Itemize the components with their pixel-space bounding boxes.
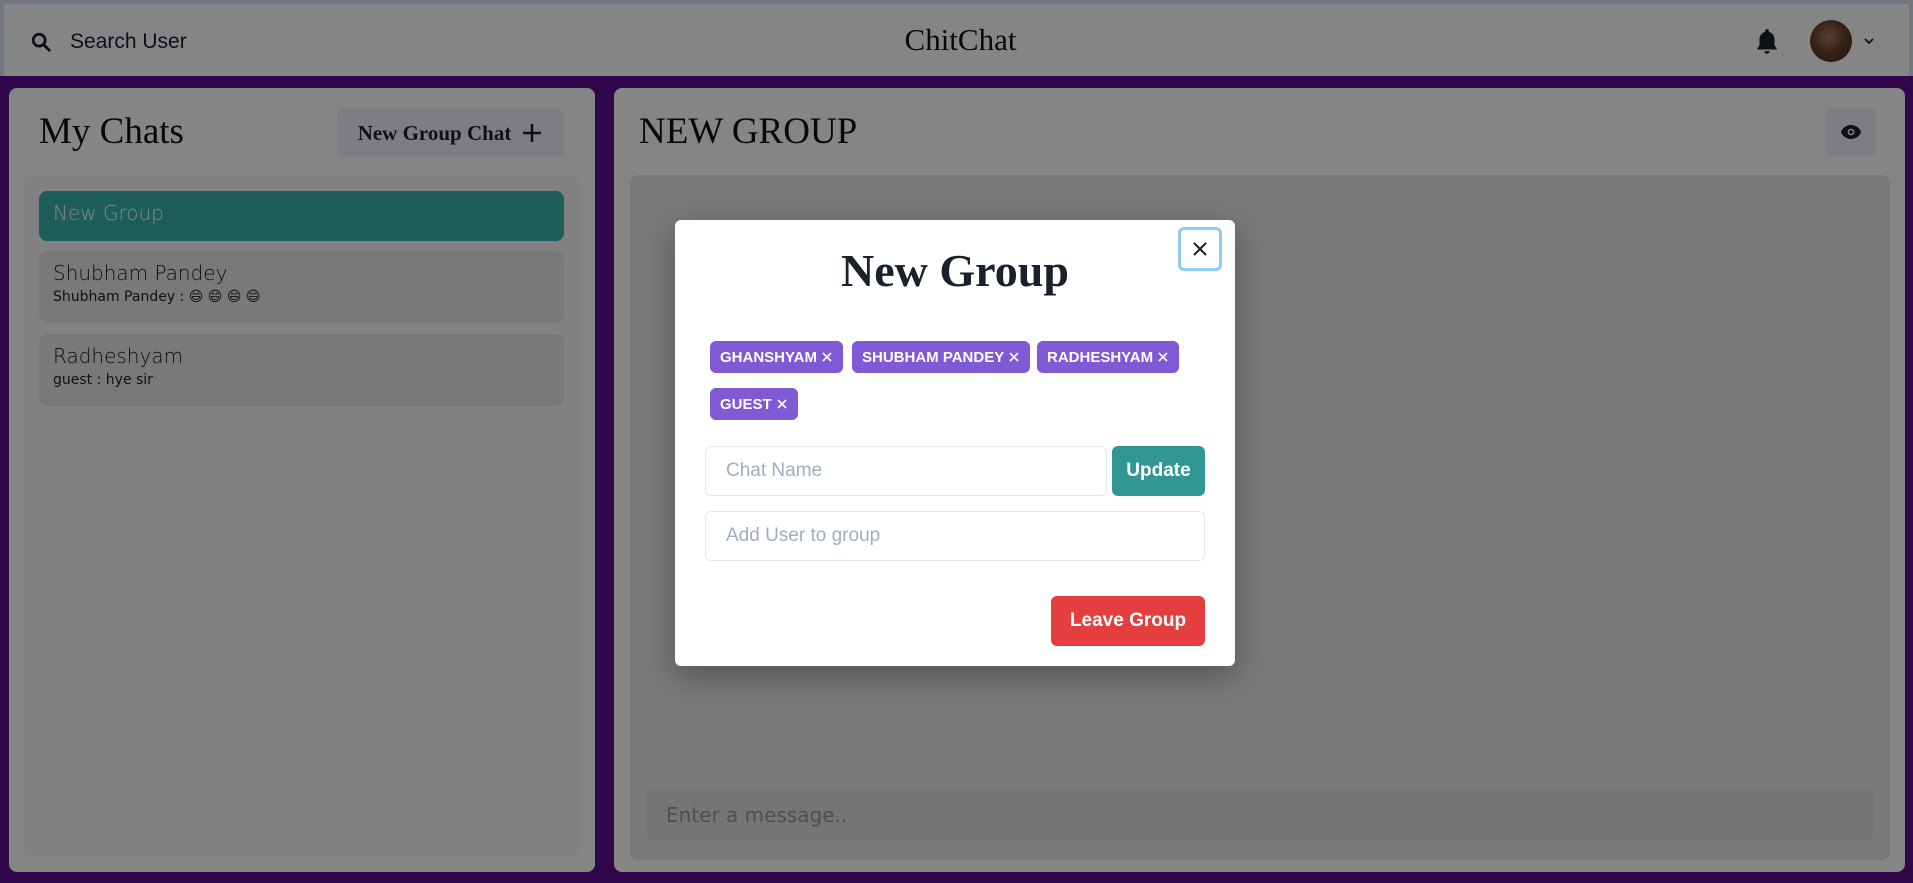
modal-title: New Group (841, 245, 1069, 296)
chat-name-input[interactable]: Chat Name (705, 446, 1107, 496)
member-name: GUEST (720, 395, 772, 413)
member-badge[interactable]: SHUBHAM PANDEY (852, 341, 1031, 373)
member-name: GHANSHYAM (720, 348, 817, 366)
member-name: SHUBHAM PANDEY (862, 348, 1005, 366)
member-badge[interactable]: GHANSHYAM (710, 341, 843, 373)
close-button[interactable] (1178, 227, 1222, 271)
remove-member-icon[interactable] (776, 398, 788, 410)
add-user-placeholder: Add User to group (726, 525, 881, 546)
member-name: RADHESHYAM (1047, 348, 1154, 366)
chat-name-placeholder: Chat Name (726, 460, 823, 481)
member-badge[interactable]: RADHESHYAM (1037, 341, 1180, 373)
leave-group-button[interactable]: Leave Group (1051, 596, 1205, 646)
add-user-input[interactable]: Add User to group (705, 511, 1205, 561)
remove-member-icon[interactable] (821, 351, 833, 363)
update-group-modal: New Group GHANSHYAM SHUBHAM PANDEY RADHE… (675, 220, 1235, 666)
member-badge[interactable]: GUEST (710, 388, 798, 420)
remove-member-icon[interactable] (1008, 351, 1020, 363)
close-icon (1193, 242, 1207, 256)
update-button[interactable]: Update (1112, 446, 1205, 496)
remove-member-icon[interactable] (1157, 351, 1169, 363)
